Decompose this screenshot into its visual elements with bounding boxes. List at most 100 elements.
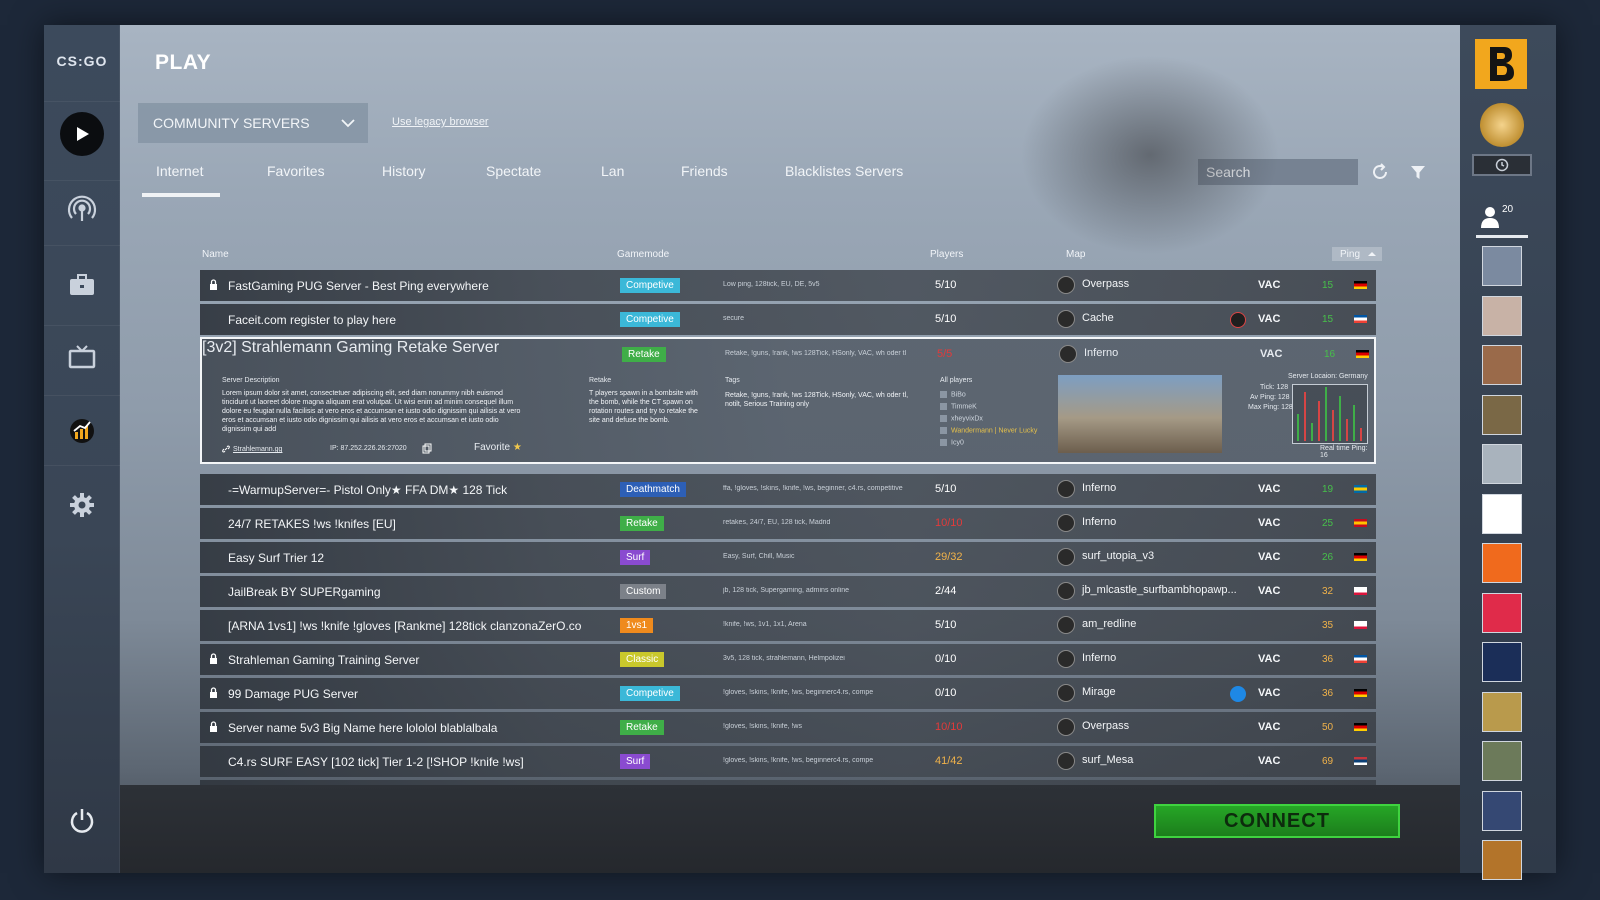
nav-settings-button[interactable]	[58, 481, 106, 529]
player-entry[interactable]: xheyvixDx	[940, 415, 983, 422]
tab-spectate[interactable]: Spectate	[486, 163, 541, 179]
country-flag-icon	[1354, 553, 1367, 561]
timer-button[interactable]	[1472, 154, 1532, 176]
table-row[interactable]: 24/7 RETAKES !ws !knifes [EU] Retake retak…	[200, 508, 1376, 539]
friends-count: 20	[1502, 204, 1514, 215]
col-ping-sort[interactable]: Ping	[1332, 247, 1382, 261]
col-ping: Ping	[1340, 249, 1361, 260]
tab-internet[interactable]: Internet	[156, 163, 203, 179]
friend-avatar[interactable]	[1482, 246, 1522, 286]
player-entry[interactable]: Wandermann | Never Lucky	[940, 427, 1037, 434]
nav-inventory-button[interactable]	[58, 261, 106, 309]
server-website-link[interactable]: Strahlemann.gg	[222, 445, 282, 453]
refresh-button[interactable]	[1368, 160, 1392, 184]
server-name: Server name 5v3 Big Name here lololol bl…	[228, 721, 498, 735]
table-row[interactable]: [ARNA 1vs1] !ws !knife !gloves [Rankme] …	[200, 610, 1376, 641]
graph-bar	[1304, 391, 1306, 441]
friend-avatar[interactable]	[1482, 444, 1522, 484]
player-avatar-icon	[940, 439, 947, 446]
filter-button[interactable]	[1406, 160, 1430, 184]
friend-avatar[interactable]	[1482, 345, 1522, 385]
player-entry[interactable]: TimmeK	[940, 403, 977, 410]
friend-avatar[interactable]	[1482, 592, 1522, 633]
table-row[interactable]: Faceit.com register to play here Competiv…	[200, 304, 1376, 335]
nav-tv-button[interactable]	[58, 333, 106, 381]
table-row[interactable]: Easy Surf Trier 12 Surf Easy, Surf, Chill,…	[200, 542, 1376, 573]
nav-divider	[44, 180, 120, 181]
server-tags: Low ping, 128tick, EU, DE, 5v5	[723, 281, 820, 288]
friend-avatar[interactable]	[1482, 295, 1522, 336]
col-players[interactable]: Players	[930, 249, 963, 260]
country-flag-icon	[1354, 689, 1367, 697]
search-input[interactable]: Search	[1198, 159, 1358, 185]
user-icon	[1481, 207, 1499, 228]
ping-value: 16	[1324, 349, 1336, 360]
all-players-label: All players	[940, 377, 973, 384]
power-button[interactable]	[58, 796, 106, 844]
country-flag-icon	[1354, 315, 1367, 323]
rank-medal-icon	[1480, 103, 1524, 147]
friend-avatar[interactable]	[1482, 394, 1522, 435]
country-flag-icon	[1354, 281, 1367, 289]
star-icon: ★	[512, 442, 522, 453]
col-name[interactable]: Name	[202, 249, 229, 260]
tab-blacklisted-servers[interactable]: Blacklistes Servers	[785, 163, 903, 179]
copy-ip-button[interactable]	[420, 440, 434, 456]
vac-label: VAC	[1258, 313, 1281, 325]
main-panel: PLAY COMMUNITY SERVERS Use legacy browse…	[120, 25, 1460, 873]
tab-friends[interactable]: Friends	[681, 163, 728, 179]
tab-history[interactable]: History	[382, 163, 426, 179]
friend-avatar[interactable]	[1482, 741, 1522, 781]
friend-avatar[interactable]	[1482, 642, 1522, 682]
table-row[interactable]: -=WarmupServer=- Pistol Only★ FFA DM★ 12…	[200, 474, 1376, 505]
tabs-bar: Internet Favorites History Spectate Lan …	[138, 147, 1408, 197]
legacy-browser-link[interactable]: Use legacy browser	[392, 116, 489, 128]
table-row[interactable]: Strahleman Gaming Training Server Classic…	[200, 644, 1376, 675]
nav-play-button[interactable]	[58, 110, 106, 158]
country-flag-icon	[1354, 621, 1367, 629]
friend-avatar[interactable]	[1482, 543, 1522, 583]
nav-divider	[44, 395, 120, 396]
graph-bar	[1346, 418, 1348, 441]
friend-avatar[interactable]	[1482, 840, 1522, 880]
map-icon	[1057, 650, 1075, 668]
table-header: Name Gamemode Players Map Ping	[202, 247, 1382, 265]
right-sidebar: 20	[1460, 25, 1556, 880]
bottom-bar: CONNECT	[120, 785, 1460, 873]
server-ip: IP: 87.252.226.26:27020	[330, 445, 407, 452]
player-count: 5/10	[935, 619, 957, 631]
map-name: jb_mlcastle_surfbambhopawp...	[1082, 584, 1237, 596]
player-entry[interactable]: BiBo	[940, 391, 966, 398]
server-description-label: Server Description	[222, 377, 280, 384]
nav-stats-button[interactable]	[58, 407, 106, 455]
favorite-button[interactable]: Favorite ★	[474, 442, 522, 453]
col-map[interactable]: Map	[1066, 249, 1085, 260]
expanded-server-row[interactable]: [3v2] Strahlemann Gaming Retake Server Re…	[200, 337, 1376, 464]
connect-button[interactable]: CONNECT	[1154, 804, 1400, 838]
profile-badge[interactable]	[1475, 39, 1527, 89]
lock-icon	[210, 279, 217, 290]
server-tags: 3v5, 128 tick, strahlemann, Helmpolizei	[723, 655, 845, 662]
graph-bar	[1318, 400, 1320, 441]
friend-avatar[interactable]	[1482, 691, 1522, 732]
page-title: PLAY	[155, 51, 212, 74]
avg-ping: Av Ping: 128	[1250, 394, 1290, 401]
server-type-dropdown[interactable]: COMMUNITY SERVERS	[138, 103, 368, 143]
table-row[interactable]: 99 Damage PUG Server Competive !gloves, !s…	[200, 678, 1376, 709]
player-avatar-icon	[940, 403, 947, 410]
friend-avatar[interactable]	[1482, 493, 1522, 534]
server-tags: secure	[723, 315, 745, 322]
col-gamemode[interactable]: Gamemode	[617, 249, 669, 260]
player-entry[interactable]: Icy0	[940, 439, 964, 446]
nav-watch-button[interactable]	[58, 185, 106, 233]
table-row[interactable]: JailBreak BY SUPERgaming Custom jb, 128 ti…	[200, 576, 1376, 607]
table-row[interactable]: C4.rs SURF EASY [102 tick] Tier 1-2 [!SH…	[200, 746, 1376, 777]
table-row[interactable]: FastGaming PUG Server - Best Ping everyw…	[200, 270, 1376, 301]
map-icon	[1057, 514, 1075, 532]
table-row[interactable]: Server name 5v3 Big Name here lololol bl…	[200, 712, 1376, 743]
power-icon	[70, 809, 94, 833]
tab-favorites[interactable]: Favorites	[267, 163, 325, 179]
tab-lan[interactable]: Lan	[601, 163, 624, 179]
friend-avatar[interactable]	[1482, 790, 1522, 831]
friends-header[interactable]: 20	[1480, 200, 1530, 230]
